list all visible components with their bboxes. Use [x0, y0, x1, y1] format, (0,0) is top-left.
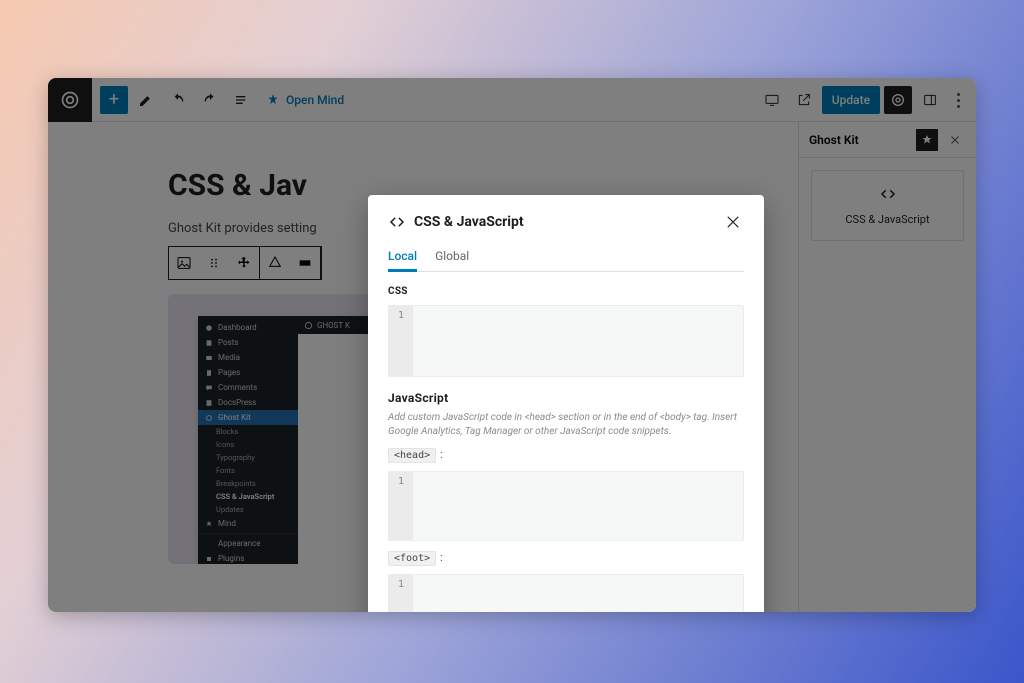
js-foot-code-editor[interactable]: 1	[388, 574, 744, 612]
modal-tabs: Local Global	[388, 243, 744, 272]
modal-header: CSS & JavaScript	[388, 211, 744, 233]
line-number: 1	[389, 306, 413, 376]
tab-global[interactable]: Global	[435, 243, 469, 271]
foot-tag-label: <foot>	[388, 551, 436, 566]
editor-window: + Open Mind Update CSS & Jav Ghost	[48, 78, 976, 612]
js-head-code-editor[interactable]: 1	[388, 471, 744, 541]
css-section-label: CSS	[388, 286, 744, 297]
tab-local[interactable]: Local	[388, 243, 417, 272]
line-number: 1	[389, 575, 413, 612]
code-icon	[388, 213, 406, 231]
modal-title: CSS & JavaScript	[414, 214, 524, 230]
head-tag-label: <head>	[388, 448, 436, 463]
js-section-label: JavaScript	[388, 391, 744, 405]
modal-close-icon[interactable]	[722, 211, 744, 233]
js-help-text: Add custom JavaScript code in <head> sec…	[388, 411, 744, 438]
line-number: 1	[389, 472, 413, 540]
css-js-modal: CSS & JavaScript Local Global CSS 1 Java…	[368, 195, 764, 612]
css-code-editor[interactable]: 1	[388, 305, 744, 377]
